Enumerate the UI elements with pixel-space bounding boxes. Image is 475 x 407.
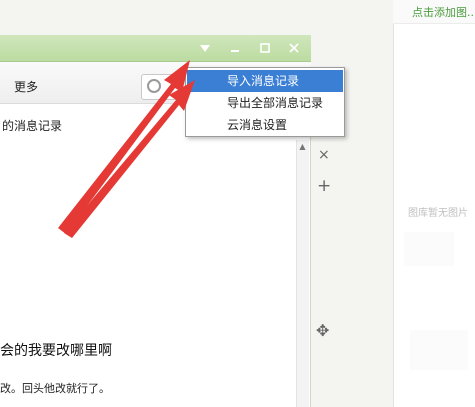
record-label: 的消息记录 bbox=[2, 119, 63, 133]
window-title-bar[interactable] bbox=[0, 35, 311, 62]
minimize-icon[interactable] bbox=[227, 40, 243, 56]
gallery-empty-text: 图库暂无图片 bbox=[408, 208, 468, 219]
menu-item-export-all[interactable]: 导出全部消息记录 bbox=[187, 92, 343, 114]
side-add-icon[interactable]: + bbox=[317, 176, 331, 196]
close-icon[interactable] bbox=[286, 40, 302, 56]
scroll-up-icon[interactable]: ▲ bbox=[297, 142, 308, 151]
menu-item-import[interactable]: 导入消息记录 bbox=[187, 70, 343, 92]
search-icon bbox=[147, 79, 161, 93]
menu-item-cloud-settings[interactable]: 云消息设置 bbox=[187, 114, 343, 136]
more-button[interactable]: 更多 bbox=[14, 78, 38, 95]
message-text: 改。回头他改就行了。 bbox=[0, 382, 110, 395]
message-text: 会的我要改哪里啊 bbox=[0, 343, 112, 359]
scrollbar[interactable] bbox=[296, 140, 309, 407]
maximize-icon[interactable] bbox=[257, 40, 273, 56]
move-handle-icon[interactable]: ✥ bbox=[316, 321, 329, 340]
gallery-placeholder bbox=[404, 232, 454, 266]
add-image-link[interactable]: 点击添加图... bbox=[412, 4, 475, 20]
triangle-down-icon[interactable] bbox=[197, 40, 213, 56]
history-options-menu: 导入消息记录 导出全部消息记录 云消息设置 bbox=[185, 67, 345, 137]
gallery-placeholder bbox=[410, 330, 468, 370]
side-close-icon[interactable]: × bbox=[318, 147, 330, 163]
